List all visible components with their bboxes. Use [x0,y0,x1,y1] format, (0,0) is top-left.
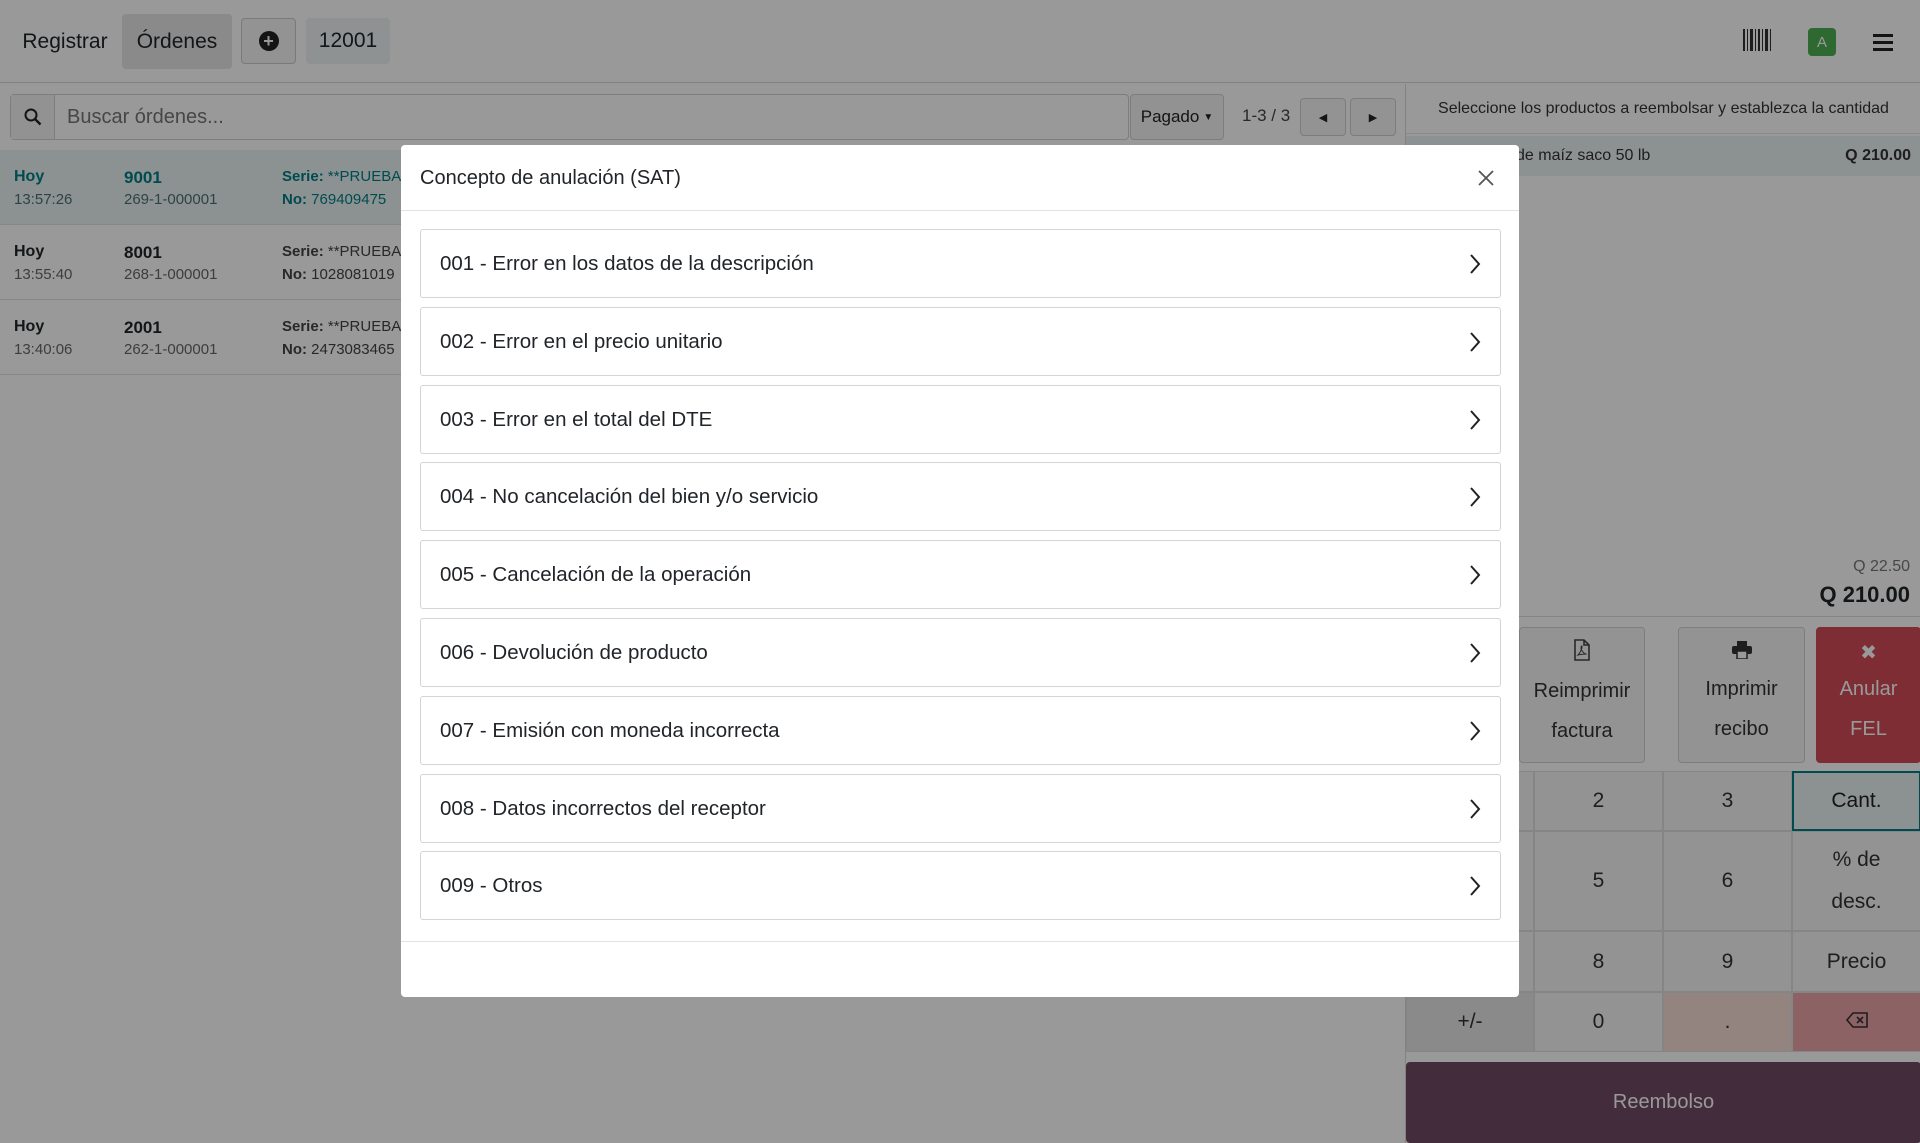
dialog-header: Concepto de anulación (SAT) [401,145,1519,211]
reason-label: 004 - No cancelación del bien y/o servic… [440,485,819,508]
reason-label: 005 - Cancelación de la operación [440,563,752,586]
chevron-right-icon [1468,797,1482,821]
reason-option-004[interactable]: 004 - No cancelación del bien y/o servic… [420,462,1501,531]
chevron-right-icon [1468,874,1482,898]
reason-option-008[interactable]: 008 - Datos incorrectos del receptor [420,774,1501,843]
reason-option-002[interactable]: 002 - Error en el precio unitario [420,307,1501,376]
reason-label: 002 - Error en el precio unitario [440,330,723,353]
reason-option-003[interactable]: 003 - Error en el total del DTE [420,385,1501,454]
dialog-title: Concepto de anulación (SAT) [420,167,681,189]
chevron-right-icon [1468,252,1482,276]
reason-label: 008 - Datos incorrectos del receptor [440,797,766,820]
dialog-footer-divider [401,941,1519,942]
chevron-right-icon [1468,563,1482,587]
chevron-right-icon [1468,485,1482,509]
reason-label: 001 - Error en los datos de la descripci… [440,252,814,275]
void-reason-dialog: Concepto de anulación (SAT) 001 - Error … [401,145,1519,997]
chevron-right-icon [1468,330,1482,354]
reason-label: 009 - Otros [440,874,543,897]
reason-option-007[interactable]: 007 - Emisión con moneda incorrecta [420,696,1501,765]
reason-option-005[interactable]: 005 - Cancelación de la operación [420,540,1501,609]
chevron-right-icon [1468,641,1482,665]
chevron-right-icon [1468,408,1482,432]
reason-label: 007 - Emisión con moneda incorrecta [440,719,780,742]
reason-option-001[interactable]: 001 - Error en los datos de la descripci… [420,229,1501,298]
reason-label: 003 - Error en el total del DTE [440,408,713,431]
close-icon[interactable] [1473,165,1499,191]
reason-label: 006 - Devolución de producto [440,641,708,664]
reason-option-009[interactable]: 009 - Otros [420,851,1501,920]
dialog-body: 001 - Error en los datos de la descripci… [401,211,1519,941]
reason-option-006[interactable]: 006 - Devolución de producto [420,618,1501,687]
chevron-right-icon [1468,719,1482,743]
